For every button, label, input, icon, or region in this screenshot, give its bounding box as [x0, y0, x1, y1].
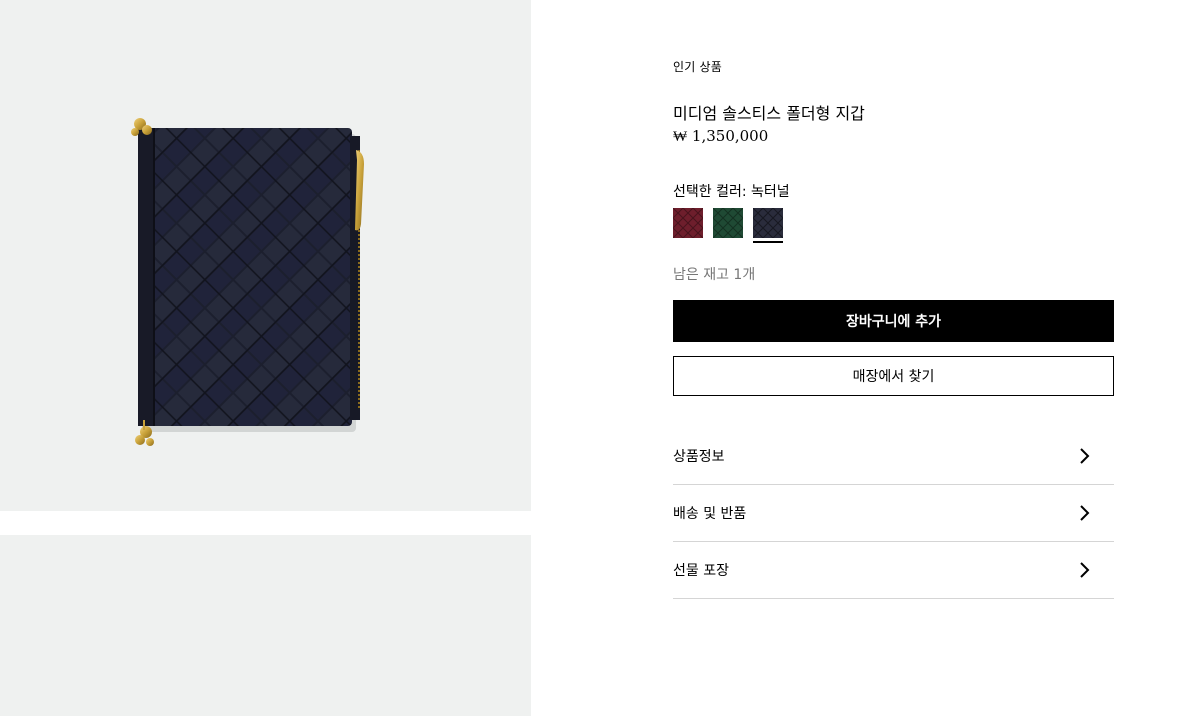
accordion-label: 배송 및 반품 — [673, 506, 747, 522]
product-accordion: 상품정보 배송 및 반품 선물 포장 — [673, 428, 1114, 599]
swatch-green-texture — [713, 208, 743, 238]
wallet-image — [131, 118, 364, 446]
accordion-shipping-returns[interactable]: 배송 및 반품 — [673, 485, 1114, 542]
accordion-label: 선물 포장 — [673, 563, 729, 579]
chevron-right-icon — [1080, 505, 1090, 521]
swatch-nocturnal-texture — [753, 208, 783, 238]
selected-color-label: 선택한 컬러: 녹터널 — [673, 184, 790, 200]
swatch-nocturnal[interactable] — [753, 208, 783, 243]
swatch-green[interactable] — [713, 208, 743, 238]
find-in-store-button[interactable]: 매장에서 찾기 — [673, 356, 1114, 396]
chevron-right-icon — [1080, 562, 1090, 578]
product-eyebrow: 인기 상품 — [673, 60, 722, 74]
add-to-cart-label: 장바구니에 추가 — [845, 314, 942, 330]
product-image-main[interactable] — [0, 0, 531, 511]
add-to-cart-button[interactable]: 장바구니에 추가 — [673, 300, 1114, 342]
accordion-gift-wrap[interactable]: 선물 포장 — [673, 542, 1114, 599]
color-swatches — [673, 208, 783, 243]
accordion-product-info[interactable]: 상품정보 — [673, 428, 1114, 485]
swatch-burgundy-texture — [673, 208, 703, 238]
accordion-label: 상품정보 — [673, 449, 725, 465]
find-in-store-label: 매장에서 찾기 — [852, 369, 935, 385]
swatch-burgundy[interactable] — [673, 208, 703, 238]
chevron-right-icon — [1080, 448, 1090, 464]
product-gallery — [0, 0, 531, 716]
product-price: ₩ 1,350,000 — [673, 127, 769, 145]
product-title: 미디엄 솔스티스 폴더형 지갑 — [673, 104, 865, 123]
product-image-secondary[interactable] — [0, 535, 531, 716]
stock-notice: 남은 재고 1개 — [673, 267, 756, 283]
